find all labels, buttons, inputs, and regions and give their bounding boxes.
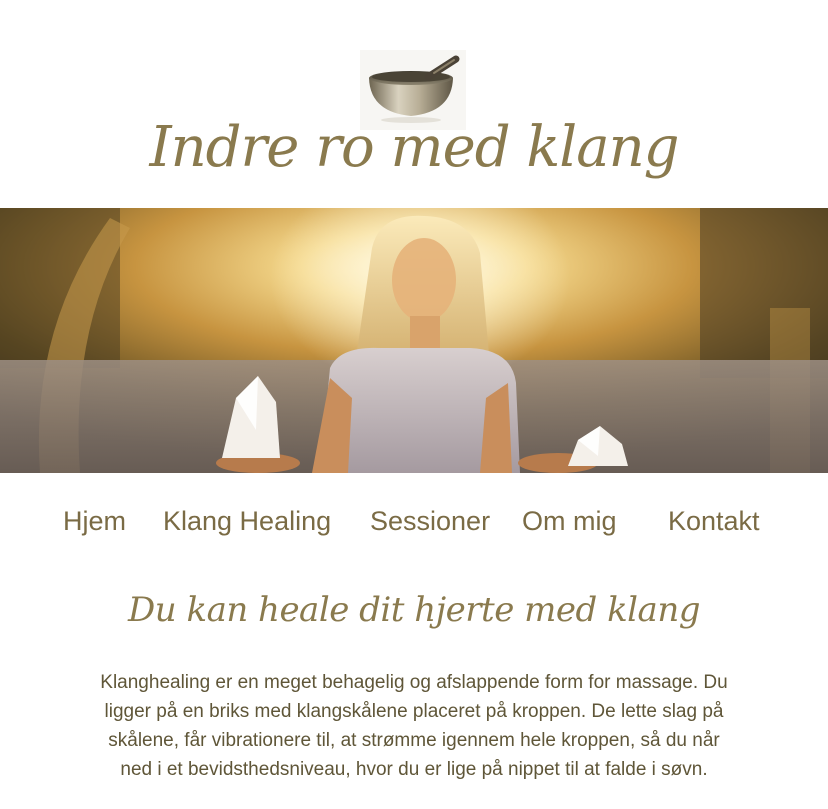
- nav-item-klang-healing[interactable]: Klang Healing: [163, 498, 331, 544]
- nav-item-kontakt[interactable]: Kontakt: [668, 498, 760, 544]
- page-headline: Du kan heale dit hjerte med klang: [128, 590, 701, 630]
- nav-item-hjem[interactable]: Hjem: [63, 498, 126, 544]
- woman-meditating-with-crystals-photo: [0, 208, 828, 473]
- site-title[interactable]: Indre ro med klang: [0, 108, 828, 188]
- hero-image: [0, 208, 828, 473]
- nav-item-sessioner[interactable]: Sessioner: [370, 498, 490, 544]
- main-nav: Hjem Klang Healing Sessioner Om mig Kont…: [0, 498, 828, 544]
- intro-paragraph: Klanghealing er en meget behagelig og af…: [100, 672, 728, 780]
- nav-item-om-mig[interactable]: Om mig: [522, 498, 617, 544]
